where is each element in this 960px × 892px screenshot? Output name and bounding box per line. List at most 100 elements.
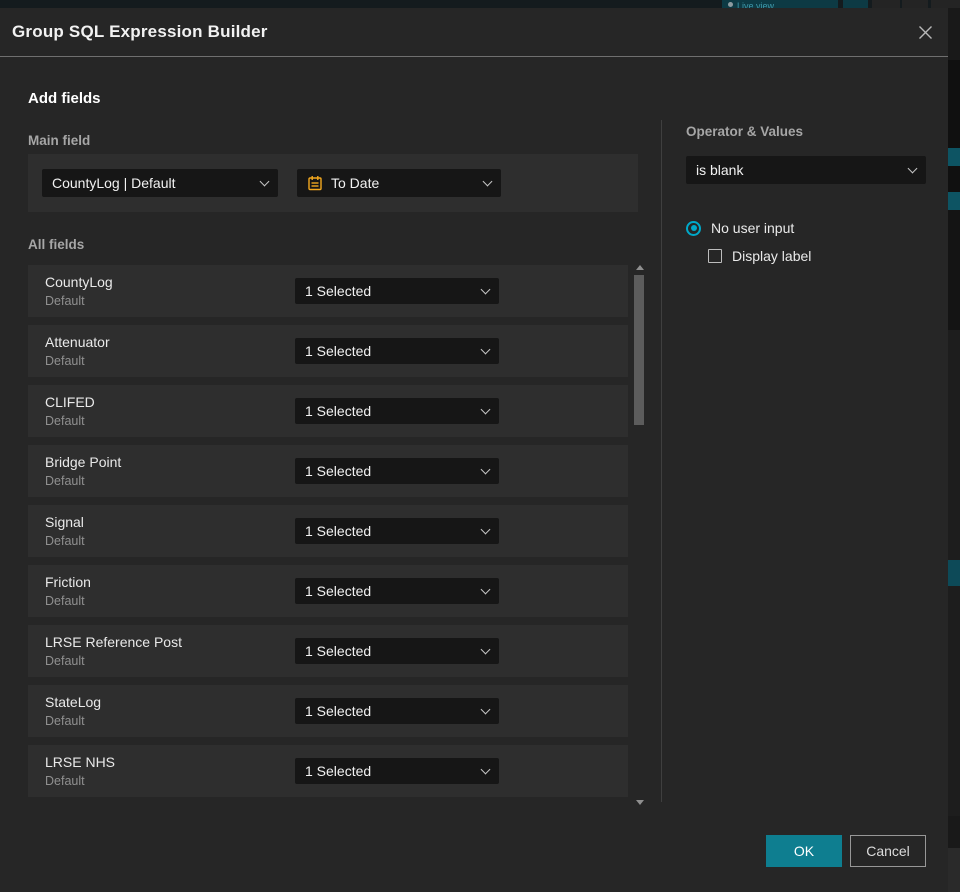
background-app-strip-right	[948, 8, 960, 892]
field-row-attenuator: Attenuator Default 1 Selected	[28, 325, 628, 377]
field-subtitle: Default	[45, 474, 85, 488]
cancel-button[interactable]: Cancel	[850, 835, 926, 867]
chevron-down-icon	[480, 284, 491, 294]
field-selection-value: 1 Selected	[305, 583, 372, 599]
live-view-label: Live view	[737, 1, 775, 8]
chevron-down-icon	[480, 584, 491, 594]
field-selection-value: 1 Selected	[305, 463, 372, 479]
display-label-label: Display label	[732, 248, 812, 264]
live-view-button: Live view	[722, 0, 818, 8]
add-fields-heading: Add fields	[28, 90, 101, 107]
field-name: Friction	[45, 574, 91, 590]
all-fields-list: CountyLog Default 1 Selected Attenuator …	[28, 265, 628, 805]
field-subtitle: Default	[45, 534, 85, 548]
main-field-label: Main field	[28, 133, 91, 148]
field-name: Signal	[45, 514, 84, 530]
field-selection-dropdown[interactable]: 1 Selected	[295, 458, 499, 484]
chevron-down-icon	[480, 344, 491, 354]
main-field-date-value: To Date	[331, 175, 380, 191]
checkbox-unchecked-icon[interactable]	[708, 249, 722, 263]
field-row-statelog: StateLog Default 1 Selected	[28, 685, 628, 737]
background-tile	[948, 330, 960, 560]
field-selection-dropdown[interactable]: 1 Selected	[295, 638, 499, 664]
no-user-input-radio-row[interactable]: No user input	[686, 220, 926, 236]
operator-values-heading: Operator & Values	[686, 124, 804, 139]
field-selection-dropdown[interactable]: 1 Selected	[295, 578, 499, 604]
chevron-down-icon	[480, 764, 491, 774]
field-selection-value: 1 Selected	[305, 643, 372, 659]
background-tile	[948, 60, 960, 148]
operator-select-value: is blank	[696, 162, 744, 178]
field-subtitle: Default	[45, 774, 85, 788]
background-tile	[948, 848, 960, 892]
background-tile	[948, 166, 960, 192]
field-selection-value: 1 Selected	[305, 523, 372, 539]
operator-values-panel: Operator & Values is blank No user input…	[686, 124, 926, 264]
toolbar-tile	[931, 0, 960, 8]
field-row-friction: Friction Default 1 Selected	[28, 565, 628, 617]
field-name: Bridge Point	[45, 454, 122, 470]
field-row-signal: Signal Default 1 Selected	[28, 505, 628, 557]
field-row-lrse-nhs: LRSE NHS Default 1 Selected	[28, 745, 628, 797]
chevron-down-icon	[480, 524, 491, 534]
background-tile	[948, 210, 960, 330]
toolbar-tile	[902, 0, 928, 8]
scrollbar-down-arrow-icon[interactable]	[636, 800, 644, 805]
dialog-titlebar: Group SQL Expression Builder	[0, 8, 948, 57]
field-name: CLIFED	[45, 394, 95, 410]
main-field-select[interactable]: CountyLog | Default	[42, 169, 278, 197]
field-name: StateLog	[45, 694, 102, 710]
background-tile	[948, 560, 960, 586]
field-subtitle: Default	[45, 714, 85, 728]
chevron-down-icon	[480, 704, 491, 714]
toolbar-tile	[872, 0, 900, 8]
background-tile	[948, 148, 960, 166]
field-row-countylog: CountyLog Default 1 Selected	[28, 265, 628, 317]
calendar-icon	[307, 175, 323, 191]
field-selection-dropdown[interactable]: 1 Selected	[295, 278, 499, 304]
operator-select[interactable]: is blank	[686, 156, 926, 184]
toolbar-tile	[843, 0, 868, 8]
field-selection-dropdown[interactable]: 1 Selected	[295, 518, 499, 544]
field-subtitle: Default	[45, 294, 85, 308]
all-fields-scrollbar[interactable]	[633, 265, 646, 805]
field-row-clifed: CLIFED Default 1 Selected	[28, 385, 628, 437]
panel-divider	[661, 120, 662, 802]
group-sql-expression-builder-dialog: Group SQL Expression Builder Add fields …	[0, 8, 948, 892]
toolbar-tile	[815, 0, 838, 8]
field-name: CountyLog	[45, 274, 113, 290]
ok-button[interactable]: OK	[766, 835, 842, 867]
scrollbar-thumb[interactable]	[634, 275, 644, 425]
chevron-down-icon	[480, 404, 491, 414]
field-subtitle: Default	[45, 414, 85, 428]
background-app-strip-top: Live view	[0, 0, 960, 8]
close-icon	[918, 25, 932, 39]
field-selection-dropdown[interactable]: 1 Selected	[295, 698, 499, 724]
field-selection-value: 1 Selected	[305, 763, 372, 779]
main-field-container: CountyLog | Default To Date	[28, 154, 638, 212]
field-subtitle: Default	[45, 654, 85, 668]
close-button[interactable]	[914, 21, 936, 43]
main-field-select-value: CountyLog | Default	[52, 175, 176, 191]
field-selection-dropdown[interactable]: 1 Selected	[295, 758, 499, 784]
background-tile	[948, 586, 960, 816]
field-row-lrse-reference-post: LRSE Reference Post Default 1 Selected	[28, 625, 628, 677]
field-selection-value: 1 Selected	[305, 283, 372, 299]
field-selection-value: 1 Selected	[305, 343, 372, 359]
field-selection-value: 1 Selected	[305, 403, 372, 419]
scrollbar-up-arrow-icon[interactable]	[636, 265, 644, 270]
field-name: LRSE Reference Post	[45, 634, 182, 650]
field-name: Attenuator	[45, 334, 110, 350]
field-subtitle: Default	[45, 354, 85, 368]
field-selection-value: 1 Selected	[305, 703, 372, 719]
main-field-date-select[interactable]: To Date	[297, 169, 501, 197]
display-label-checkbox-row[interactable]: Display label	[708, 248, 926, 264]
chevron-down-icon	[259, 176, 270, 186]
radio-selected-icon[interactable]	[686, 220, 701, 236]
dialog-title: Group SQL Expression Builder	[12, 22, 268, 41]
field-selection-dropdown[interactable]: 1 Selected	[295, 398, 499, 424]
field-selection-dropdown[interactable]: 1 Selected	[295, 338, 499, 364]
field-row-bridge-point: Bridge Point Default 1 Selected	[28, 445, 628, 497]
field-name: LRSE NHS	[45, 754, 116, 770]
field-subtitle: Default	[45, 594, 85, 608]
